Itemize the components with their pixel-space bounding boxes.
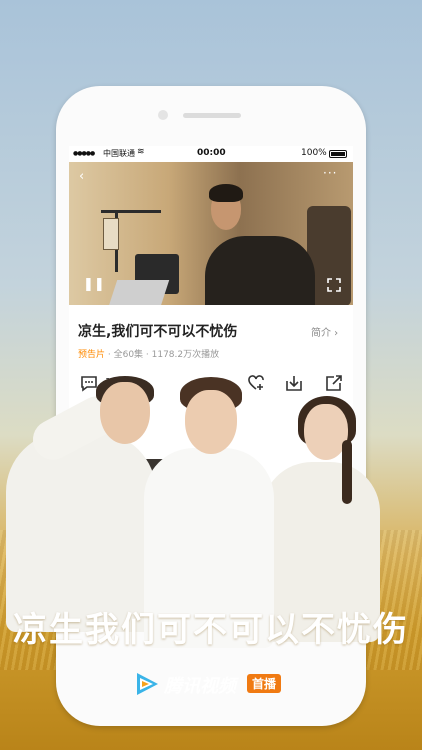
promo-tagline: 凉生我们可不可以不忧伤 (13, 610, 409, 650)
intro-link[interactable]: 简介 › (311, 324, 338, 339)
premiere-badge: 首播 (247, 674, 282, 693)
pause-icon[interactable]: ❚❚ (83, 277, 105, 292)
app-name: 腾讯视频 (164, 676, 236, 697)
front-camera (158, 110, 168, 120)
tencent-video-logo-icon (137, 673, 158, 695)
follow-icon[interactable] (247, 374, 265, 392)
download-icon[interactable] (285, 374, 303, 392)
status-bar: ●●●●● 中国联通 ≋ 00:00 100% (69, 146, 353, 162)
wifi-icon: ≋ (137, 147, 145, 157)
more-dots-icon[interactable]: ··· (323, 166, 337, 180)
actor-right-braid (342, 440, 352, 504)
show-meta: 预告片 · 全60集 · 1178.2万次播放 (78, 347, 219, 360)
show-title: 凉生,我们可不可以不忧伤 (78, 324, 238, 340)
trailer-tag: 预告片 (78, 350, 106, 360)
app-logo: 腾讯视频 首播 (134, 668, 294, 698)
back-arrow-icon[interactable]: ‹ (79, 169, 84, 184)
video-player[interactable]: ‹ ··· ❚❚ (69, 162, 353, 305)
video-scene-person (205, 236, 315, 305)
video-scene-laptop (108, 280, 170, 305)
fullscreen-icon[interactable] (327, 278, 341, 292)
battery-percent: 100% (301, 148, 327, 158)
video-scene-person-hair (209, 184, 243, 202)
signal-icon: ●●●●● (73, 150, 95, 157)
actor-center-face (185, 390, 237, 454)
status-time: 00:00 (197, 148, 226, 158)
share-icon[interactable] (325, 374, 343, 392)
episode-plays: · 全60集 · 1178.2万次播放 (105, 350, 220, 360)
video-scene-lamp (101, 210, 161, 213)
battery-icon (329, 150, 347, 158)
video-scene-shelf (103, 218, 119, 250)
actor-left-face (100, 382, 150, 444)
phone-speaker (183, 113, 241, 118)
carrier-label: 中国联通 (103, 149, 135, 158)
